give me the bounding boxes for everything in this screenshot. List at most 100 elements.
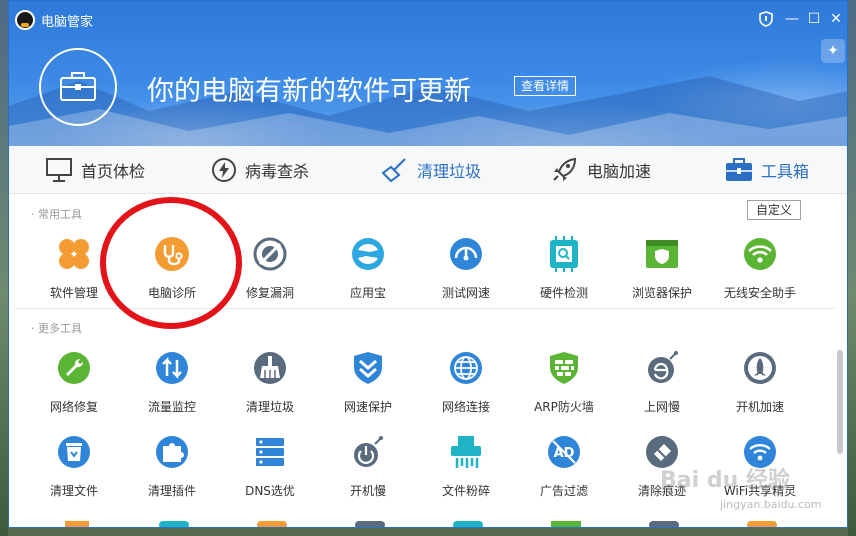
tool-label: 流量监控	[147, 400, 196, 414]
baidu-watermark: Bai du 经验	[660, 468, 790, 493]
sparkle-icon[interactable]: ✦	[821, 39, 845, 63]
trash-icon	[56, 434, 92, 470]
tool-hardware-check[interactable]: 硬件检测	[515, 236, 613, 301]
tool-file-shredder[interactable]: 文件粉碎	[417, 434, 515, 499]
tool-slow-internet[interactable]: 上网慢	[613, 350, 711, 415]
desktop-background-right	[848, 0, 856, 536]
nav-item-toolbox[interactable]: 工具箱	[725, 146, 809, 194]
tool-arp-firewall[interactable]: ARP防火墙	[515, 350, 613, 415]
speedometer-icon	[448, 236, 484, 272]
tool-label: 修复漏洞	[245, 286, 294, 300]
power-bug-icon	[350, 434, 386, 470]
nav-label: 清理垃圾	[417, 162, 482, 181]
desktop-background-left	[0, 0, 8, 536]
vertical-scrollbar[interactable]	[837, 350, 843, 454]
tool-label: 软件管理	[49, 286, 98, 300]
tool-label: 文件粉碎	[441, 484, 490, 498]
tool-label: 开机慢	[349, 484, 386, 498]
tool-wireless-security[interactable]: 无线安全助手	[711, 236, 809, 301]
chevron-shield-icon	[350, 350, 386, 386]
view-details-button[interactable]: 查看详情	[514, 76, 577, 96]
tool-ad-filter[interactable]: AD 广告过滤	[515, 434, 613, 499]
tool-speed-protect[interactable]: 网速保护	[319, 350, 417, 415]
title-bar: 电脑管家 — ☐ ✕	[9, 1, 847, 35]
tool-label: 硬件检测	[539, 286, 588, 300]
shield-repair-icon	[252, 236, 288, 272]
shield-icon[interactable]	[757, 11, 775, 31]
tool-speed-test[interactable]: 测试网速	[417, 236, 515, 301]
tool-pc-clinic[interactable]: 电脑诊所	[123, 236, 221, 301]
tool-label: 网络修复	[49, 400, 98, 414]
tool-app-store[interactable]: 应用宝	[319, 236, 417, 301]
tool-label: 网速保护	[343, 400, 392, 414]
tool-boot-speedup[interactable]: 开机加速	[711, 350, 809, 415]
tool-clean-plugins[interactable]: 清理插件	[123, 434, 221, 499]
header-banner: 电脑管家 — ☐ ✕ ✦ 你的电脑有新的软件可更新 查看详情	[9, 1, 847, 146]
wrench-icon	[56, 350, 92, 386]
qq-penguin-logo	[15, 10, 35, 30]
tool-label: 广告过滤	[539, 484, 588, 498]
tool-traffic-monitor[interactable]: 流量监控	[123, 350, 221, 415]
app-title: 电脑管家	[41, 15, 94, 30]
nav-label: 首页体检	[81, 162, 146, 181]
tool-network-connect[interactable]: 网络连接	[417, 350, 515, 415]
shredder-icon	[448, 434, 484, 470]
tool-slow-boot[interactable]: 开机慢	[319, 434, 417, 499]
clover-icon	[56, 236, 92, 272]
tool-label: 网络连接	[441, 400, 490, 414]
tool-label: 清理垃圾	[245, 400, 294, 414]
wifi-icon	[742, 236, 778, 272]
lightning-icon	[212, 158, 236, 182]
nav-item-clean-junk[interactable]: 清理垃圾	[381, 146, 481, 194]
section-title-common-tools: · 常用工具	[31, 208, 82, 221]
updown-arrows-icon	[154, 350, 190, 386]
tool-repair-vulnerability[interactable]: 修复漏洞	[221, 236, 319, 301]
toolbox-circle	[39, 48, 117, 126]
nav-label: 工具箱	[761, 162, 810, 181]
tool-label: 测试网速	[441, 286, 490, 300]
nav-item-virus-scan[interactable]: 病毒查杀	[211, 146, 309, 194]
tool-label: 开机加速	[735, 400, 784, 414]
chip-icon	[546, 236, 582, 272]
broom-icon	[252, 350, 288, 386]
rocket-icon	[553, 157, 577, 181]
tool-label: DNS选优	[245, 484, 295, 498]
stethoscope-icon	[154, 236, 190, 272]
tool-clean-files[interactable]: 清理文件	[25, 434, 123, 499]
globe-bug-icon	[644, 350, 680, 386]
tool-label: 无线安全助手	[723, 286, 796, 300]
puzzle-icon	[154, 434, 190, 470]
maximize-button[interactable]: ☐	[805, 11, 823, 27]
tool-label: 清理文件	[49, 484, 98, 498]
update-headline: 你的电脑有新的软件可更新	[147, 76, 471, 107]
main-nav: 首页体检 病毒查杀 清理垃圾 电脑加速 工具箱	[9, 146, 847, 194]
rocket-icon	[742, 350, 778, 386]
briefcase-icon	[60, 72, 96, 101]
tool-clean-junk[interactable]: 清理垃圾	[221, 350, 319, 415]
customize-button[interactable]: 自定义	[747, 200, 802, 220]
appstore-icon	[350, 236, 386, 272]
nav-item-speed-up[interactable]: 电脑加速	[551, 146, 651, 194]
tool-network-repair[interactable]: 网络修复	[25, 350, 123, 415]
tool-label: 清理插件	[147, 484, 196, 498]
tool-software-manager[interactable]: 软件管理	[25, 236, 123, 301]
tool-browser-protect[interactable]: 浏览器保护	[613, 236, 711, 301]
ad-block-icon: AD	[546, 434, 582, 470]
broom-icon	[381, 158, 406, 183]
nav-label: 病毒查杀	[245, 162, 310, 181]
minimize-button[interactable]: —	[783, 11, 801, 27]
toolbox-icon	[726, 158, 752, 181]
browser-shield-icon	[644, 236, 680, 272]
close-button[interactable]: ✕	[827, 11, 845, 27]
nav-item-home-check[interactable]: 首页体检	[45, 146, 145, 194]
tool-label: ARP防火墙	[534, 400, 594, 414]
tool-label: 上网慢	[643, 400, 680, 414]
tool-label: 浏览器保护	[631, 286, 692, 300]
tool-dns-optimize[interactable]: DNS选优	[221, 434, 319, 499]
monitor-icon	[46, 158, 72, 182]
partial-tool-row	[65, 521, 777, 527]
nav-label: 电脑加速	[587, 162, 652, 181]
section-divider	[15, 308, 835, 309]
app-window: 电脑管家 — ☐ ✕ ✦ 你的电脑有新的软件可更新 查看详情 首页体检 病毒查杀…	[8, 0, 848, 528]
tool-label: 应用宝	[349, 286, 386, 300]
